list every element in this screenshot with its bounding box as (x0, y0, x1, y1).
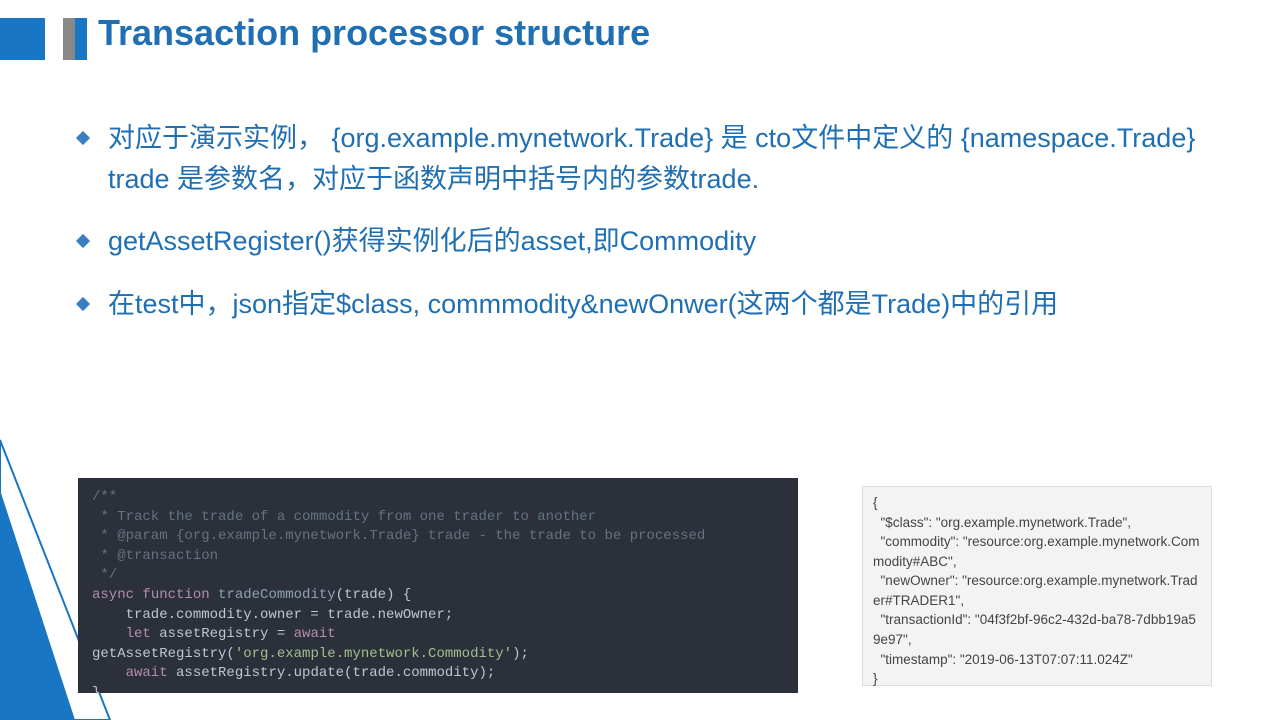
code-keyword: await (294, 626, 336, 642)
header-blue-bar (75, 18, 87, 60)
bullet-item: 对应于演示实例， {org.example.mynetwork.Trade} 是… (78, 118, 1220, 199)
code-text: } (92, 685, 100, 693)
bullet-text: getAssetRegister()获得实例化后的asset,即Commodit… (108, 221, 1220, 262)
bullet-item: getAssetRegister()获得实例化后的asset,即Commodit… (78, 221, 1220, 262)
bullet-text: 在test中，json指定$class, commmodity&newOnwer… (108, 284, 1220, 325)
json-line: { (873, 495, 878, 510)
code-keyword: function (142, 587, 209, 603)
code-comment: /** (92, 489, 117, 505)
diamond-icon (76, 131, 90, 145)
code-string: 'org.example.mynetwork.Commodity' (235, 646, 512, 662)
json-line: "$class": "org.example.mynetwork.Trade", (873, 515, 1131, 530)
header-decoration (0, 18, 87, 60)
header-gray-bar (63, 18, 75, 60)
json-line: "timestamp": "2019-06-13T07:07:11.024Z" (873, 652, 1133, 667)
code-comment: * @param {org.example.mynetwork.Trade} t… (92, 528, 705, 544)
slide-body: 对应于演示实例， {org.example.mynetwork.Trade} 是… (78, 118, 1220, 346)
bullet-text: 对应于演示实例， {org.example.mynetwork.Trade} 是… (108, 118, 1220, 199)
diamond-icon (76, 296, 90, 310)
code-snippet: /** * Track the trade of a commodity fro… (78, 478, 798, 693)
code-text: (trade) { (336, 587, 412, 603)
code-keyword: async (92, 587, 134, 603)
json-line: "transactionId": "04f3f2bf-96c2-432d-ba7… (873, 612, 1196, 647)
code-text: ); (512, 646, 529, 662)
slide-title: Transaction processor structure (98, 12, 650, 54)
code-keyword: await (92, 665, 168, 681)
code-text: assetRegistry = (151, 626, 294, 642)
json-line: } (873, 671, 878, 686)
code-keyword: let (92, 626, 151, 642)
code-text: assetRegistry.update(trade.commodity); (168, 665, 496, 681)
code-comment: * Track the trade of a commodity from on… (92, 509, 596, 525)
diamond-icon (76, 234, 90, 248)
code-function: tradeCommodity (218, 587, 336, 603)
json-line: "newOwner": "resource:org.example.mynetw… (873, 573, 1198, 608)
bullet-item: 在test中，json指定$class, commmodity&newOnwer… (78, 284, 1220, 325)
code-comment: * @transaction (92, 548, 218, 564)
code-comment: */ (92, 567, 117, 583)
header-blue-block (0, 18, 45, 60)
code-text: getAssetRegistry( (92, 646, 235, 662)
json-snippet: { "$class": "org.example.mynetwork.Trade… (862, 486, 1212, 686)
json-line: "commodity": "resource:org.example.mynet… (873, 534, 1200, 569)
code-text: trade.commodity.owner = trade.newOwner; (92, 607, 453, 623)
